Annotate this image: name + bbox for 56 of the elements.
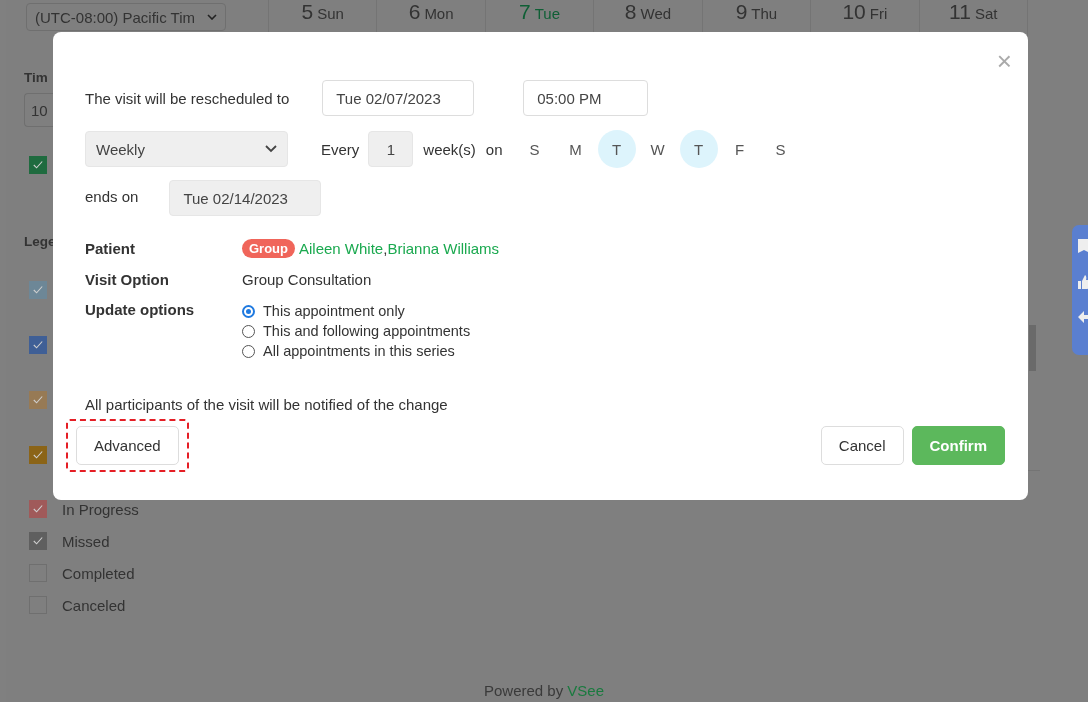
- radio-option[interactable]: This appointment only: [242, 303, 471, 319]
- field-label: ends on: [85, 187, 139, 205]
- notice-text: All participants of the visit will be notified of the change: [85, 396, 449, 413]
- checkbox[interactable]: [29, 532, 47, 550]
- check-icon: [31, 158, 45, 172]
- radio-option[interactable]: This and following appointments: [242, 323, 471, 339]
- check-icon: [31, 502, 45, 516]
- checkbox[interactable]: [29, 391, 47, 409]
- day-header[interactable]: 9 Thu: [735, 0, 778, 28]
- group-badge: Group: [242, 239, 295, 258]
- caret-icon: [207, 14, 217, 20]
- field-value: Group Consultation: [242, 271, 372, 288]
- weekday-toggle[interactable]: T: [679, 130, 718, 168]
- weekday-toggle[interactable]: M: [556, 130, 595, 168]
- checkbox[interactable]: [29, 336, 47, 354]
- weekday-toggle[interactable]: S: [761, 130, 800, 168]
- field-label: Every: [321, 140, 360, 158]
- day-header[interactable]: 5 Sun: [301, 0, 344, 28]
- chevron-down-icon: [265, 145, 277, 153]
- section-heading: Tim: [24, 70, 48, 85]
- legend-label: Missed: [62, 532, 110, 550]
- arrow-left-icon[interactable]: [1078, 311, 1088, 323]
- checkbox[interactable]: [29, 446, 47, 464]
- field-label: Patient: [85, 240, 136, 257]
- field-label: The visit will be rescheduled to: [85, 89, 290, 107]
- check-icon: [31, 448, 45, 462]
- field-label: week(s): [423, 140, 476, 158]
- check-icon: [31, 283, 45, 297]
- legend-label: In Progress: [62, 500, 139, 518]
- weekday-toggle[interactable]: S: [515, 130, 554, 168]
- end-date-field[interactable]: Tue 02/14/2023: [169, 180, 322, 216]
- legend-label: Completed: [62, 564, 135, 582]
- check-icon: [31, 393, 45, 407]
- weekday-toggle[interactable]: T: [597, 130, 636, 168]
- separator: ,: [383, 240, 388, 257]
- repeat-select[interactable]: Weekly: [85, 131, 288, 167]
- cancel-button[interactable]: Cancel: [820, 425, 904, 465]
- time-field[interactable]: 05:00 PM: [523, 80, 649, 116]
- date-field[interactable]: Tue 02/07/2023: [322, 80, 475, 116]
- field-label: on: [485, 140, 503, 158]
- weekday-toggle[interactable]: F: [720, 130, 759, 168]
- interval-field[interactable]: 1: [368, 131, 414, 167]
- checkbox[interactable]: [29, 500, 47, 518]
- weekday-toggle[interactable]: W: [638, 130, 677, 168]
- radio-option[interactable]: All appointments in this series: [242, 343, 471, 359]
- checkbox[interactable]: [29, 281, 47, 299]
- check-icon: [31, 338, 45, 352]
- field-label: Visit Option: [85, 271, 170, 288]
- legend-label: Canceled: [62, 596, 126, 614]
- checkbox[interactable]: [29, 156, 47, 174]
- radio-button[interactable]: [242, 304, 255, 318]
- check-icon: [31, 534, 45, 548]
- thumbs-up-icon[interactable]: [1078, 275, 1088, 289]
- field-label: Update options: [85, 301, 196, 318]
- footer-text: Powered by VSee: [482, 682, 606, 701]
- advanced-button[interactable]: Advanced: [76, 426, 179, 465]
